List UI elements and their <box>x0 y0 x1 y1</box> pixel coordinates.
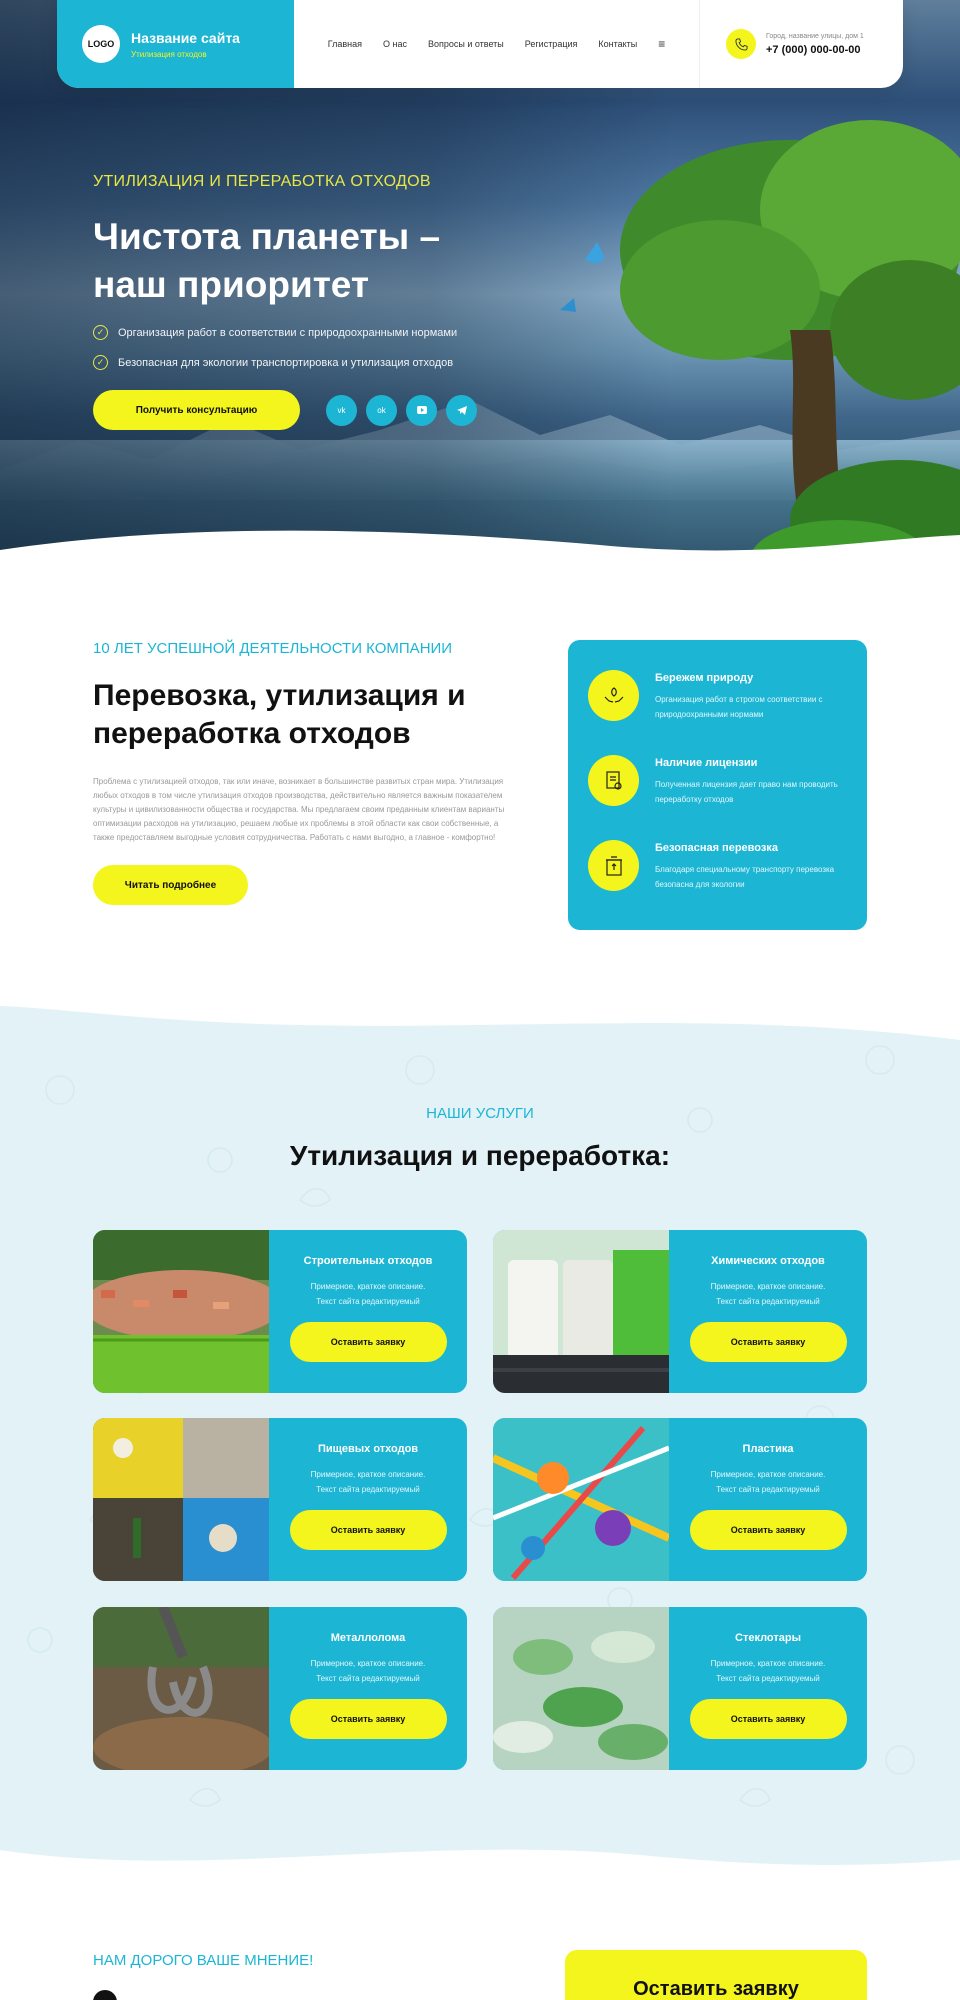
plastic-image <box>493 1418 669 1581</box>
tree-image <box>560 120 960 565</box>
about-text: Проблема с утилизацией отходов, так или … <box>93 777 505 842</box>
feature-item: Бережем природу Организация работ в стро… <box>588 670 847 722</box>
services-title: Утилизация и переработка: <box>289 1140 671 1171</box>
services-header: НАШИ УСЛУГИ Утилизация и переработка: <box>0 1105 960 1172</box>
about-section: 10 ЛЕТ УСПЕШНОЙ ДЕЯТЕЛЬНОСТИ КОМПАНИИ Пе… <box>93 640 513 905</box>
site-name: Название сайта <box>131 29 240 46</box>
service-title: Пищевых отходов <box>317 1443 419 1455</box>
feature-item: Наличие лицензии Полученная лицензия дае… <box>588 755 847 807</box>
service-card: Химических отходов Примерное, краткое оп… <box>493 1230 867 1393</box>
service-title: Строительных отходов <box>303 1255 433 1267</box>
service-card: Пищевых отходов Примерное, краткое описа… <box>93 1418 467 1581</box>
nav-home[interactable]: Главная <box>328 39 362 49</box>
service-description: Примерное, краткое описание. Текст сайта … <box>710 1282 826 1306</box>
leave-request-button[interactable]: Оставить заявку <box>689 1322 847 1362</box>
service-description: Примерное, краткое описание. Текст сайта … <box>310 1470 426 1494</box>
hero-title: Чистота планеты – наш приоритет <box>93 216 441 305</box>
service-card: Стеклотары Примерное, краткое описание. Т… <box>493 1607 867 1770</box>
order-form-title: Оставить заявку <box>565 1950 867 2000</box>
hero-bullet: ✓ Безопасная для экологии транспортировка… <box>93 355 513 370</box>
odnoklassniki-icon[interactable]: ok <box>366 394 397 426</box>
service-description: Примерное, краткое описание. Текст сайта … <box>310 1282 426 1306</box>
service-description: Примерное, краткое описание. Текст сайта … <box>310 1659 426 1683</box>
leave-request-button[interactable]: Оставить заявку <box>289 1699 447 1739</box>
scrap-metal-image <box>93 1607 269 1770</box>
brand[interactable]: LOGO Название сайта Утилизация отходов <box>57 0 294 88</box>
nav-faq[interactable]: Вопросы и ответы <box>428 39 504 49</box>
food-waste-image <box>93 1418 269 1581</box>
about-title: Перевозка, утилизация и переработка отхо… <box>93 679 466 750</box>
header-contact: Город, название улицы, дом 1 +7 (000) 00… <box>700 0 903 88</box>
telegram-icon[interactable] <box>446 394 477 426</box>
about-tagline: 10 ЛЕТ УСПЕШНОЙ ДЕЯТЕЛЬНОСТИ КОМПАНИИ <box>93 640 453 657</box>
opinion-section: НАМ ДОРОГО ВАШЕ МНЕНИЕ! <box>93 1952 313 1969</box>
nav-contacts[interactable]: Контакты <box>598 39 637 49</box>
recycle-bin-icon <box>588 840 639 891</box>
check-icon: ✓ <box>93 325 108 340</box>
service-description: Примерное, краткое описание. Текст сайта … <box>710 1470 826 1494</box>
phone-number[interactable]: +7 (000) 000-00-00 <box>766 44 864 56</box>
service-card: Металлолома Примерное, краткое описание.… <box>93 1607 467 1770</box>
hero-bullets: ✓ Организация работ в соответствии с прир… <box>93 325 513 370</box>
service-card: Пластика Примерное, краткое описание. Тек… <box>493 1418 867 1581</box>
features-panel: Бережем природу Организация работ в стро… <box>568 640 867 930</box>
hero-bullet: ✓ Организация работ в соответствии с прир… <box>93 325 513 340</box>
glass-image <box>493 1607 669 1770</box>
read-more-button[interactable]: Читать подробнее <box>93 865 248 905</box>
vk-icon[interactable]: vk <box>326 394 357 426</box>
service-title: Пластика <box>742 1443 794 1455</box>
hamburger-menu-icon[interactable]: ≡ <box>658 37 665 51</box>
license-icon <box>588 755 639 806</box>
opinion-tagline: НАМ ДОРОГО ВАШЕ МНЕНИЕ! <box>93 1952 314 1969</box>
youtube-icon[interactable] <box>406 394 437 426</box>
leave-request-button[interactable]: Оставить заявку <box>689 1699 847 1739</box>
quote-icon <box>93 1990 117 2000</box>
phone-icon[interactable] <box>726 29 756 59</box>
service-title: Химических отходов <box>711 1255 825 1267</box>
logo: LOGO <box>82 25 120 63</box>
check-icon: ✓ <box>93 355 108 370</box>
service-card: Строительных отходов Примерное, краткое … <box>93 1230 467 1393</box>
leave-request-button[interactable]: Оставить заявку <box>289 1510 447 1550</box>
nav-registration[interactable]: Регистрация <box>525 39 578 49</box>
leave-request-button[interactable]: Оставить заявку <box>689 1510 847 1550</box>
social-links: vk ok <box>326 394 477 426</box>
chemical-waste-image <box>493 1230 669 1393</box>
service-title: Стеклотары <box>735 1632 801 1644</box>
feature-item: Безопасная перевозка Благодаря специальн… <box>588 840 847 892</box>
service-description: Примерное, краткое описание. Текст сайта … <box>710 1659 826 1683</box>
address: Город, название улицы, дом 1 <box>766 32 864 40</box>
main-nav: Главная О нас Вопросы и ответы Регистрац… <box>294 0 700 88</box>
services-tagline: НАШИ УСЛУГИ <box>426 1105 534 1122</box>
nav-about[interactable]: О нас <box>383 39 407 49</box>
hands-leaf-icon <box>588 670 639 721</box>
site-header: LOGO Название сайта Утилизация отходов Г… <box>57 0 903 88</box>
site-tagline: Утилизация отходов <box>131 49 207 59</box>
hero-tagline: УТИЛИЗАЦИЯ И ПЕРЕРАБОТКА ОТХОДОВ <box>93 173 431 190</box>
construction-waste-image <box>93 1230 269 1393</box>
service-title: Металлолома <box>330 1632 406 1644</box>
leave-request-button[interactable]: Оставить заявку <box>289 1322 447 1362</box>
get-consultation-button[interactable]: Получить консультацию <box>93 390 300 430</box>
hero-content: УТИЛИЗАЦИЯ И ПЕРЕРАБОТКА ОТХОДОВ Чистота… <box>93 173 513 430</box>
